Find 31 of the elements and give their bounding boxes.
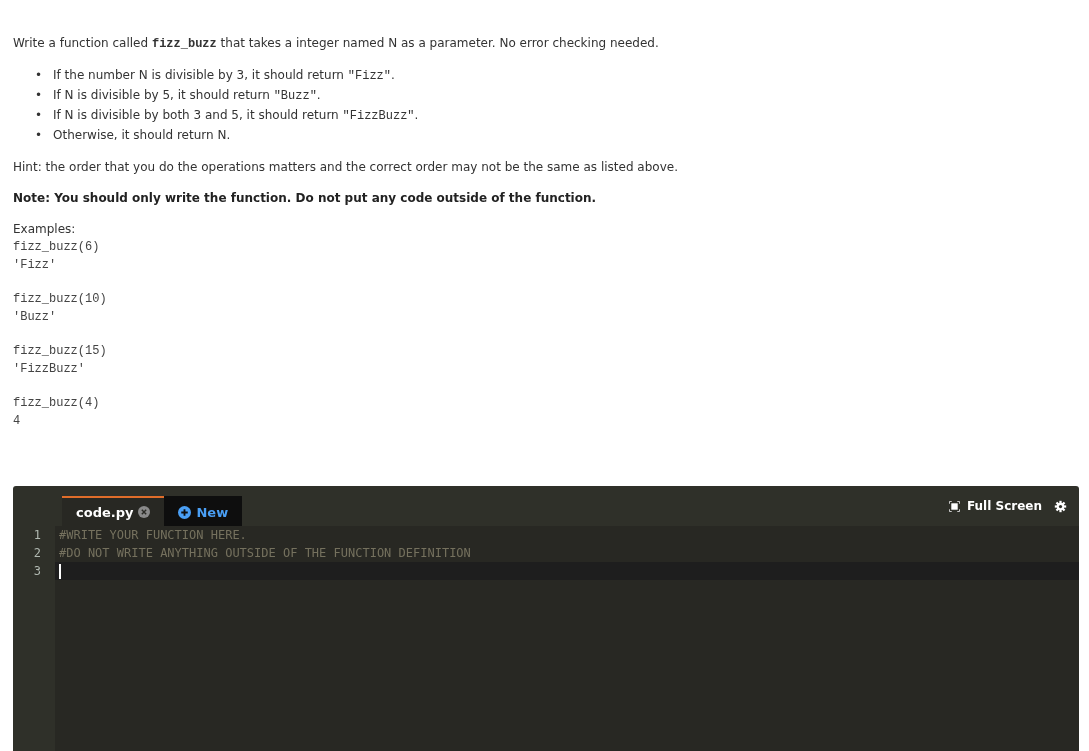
full-screen-button[interactable]: Full Screen <box>948 499 1042 513</box>
example-result: 'Buzz' <box>13 309 58 326</box>
line-number: 1 <box>13 526 55 544</box>
text-cursor <box>59 563 61 579</box>
note-text: Note: You should only write the function. Do not put any code outside of the function. <box>13 190 598 207</box>
line-number: 3 <box>13 562 55 580</box>
close-icon[interactable] <box>138 506 151 518</box>
example-result: 4 <box>13 413 22 430</box>
bullet-item: If N is divisible by both 3 and 5, it should return "FizzBuzz". <box>53 107 419 125</box>
example-result: 'FizzBuzz' <box>13 361 86 378</box>
example-call: fizz_buzz(10) <box>13 291 108 308</box>
bullet-marker: • <box>35 67 44 84</box>
line-number: 2 <box>13 544 55 562</box>
expand-icon <box>948 500 960 512</box>
bullet-marker: • <box>35 127 44 144</box>
example-call: fizz_buzz(15) <box>13 343 108 360</box>
hint-text: Hint: the order that you do the operations matters and the correct order may not be the same as listed above. <box>13 159 679 176</box>
bullet-item: Otherwise, it should return N. <box>53 127 231 144</box>
example-call: fizz_buzz(6) <box>13 239 101 256</box>
bullet-marker: • <box>35 107 44 124</box>
bullet-marker: • <box>35 87 44 104</box>
bullet-item: If N is divisible by 5, it should return "Buzz". <box>53 87 321 105</box>
new-tab-button[interactable]: New <box>164 496 243 526</box>
bullet-item: If the number N is divisible by 3, it should return "Fizz". <box>53 67 395 85</box>
plus-icon <box>178 505 192 519</box>
example-result: 'Fizz' <box>13 257 58 274</box>
file-tab[interactable]: code.py <box>62 496 165 526</box>
example-call: fizz_buzz(4) <box>13 395 101 412</box>
settings-icon[interactable] <box>1054 499 1067 513</box>
examples-label: Examples: <box>13 221 77 238</box>
instruction-text: Write a function called fizz_buzz that takes a integer named N as a parameter. No error checking needed. <box>13 35 660 53</box>
